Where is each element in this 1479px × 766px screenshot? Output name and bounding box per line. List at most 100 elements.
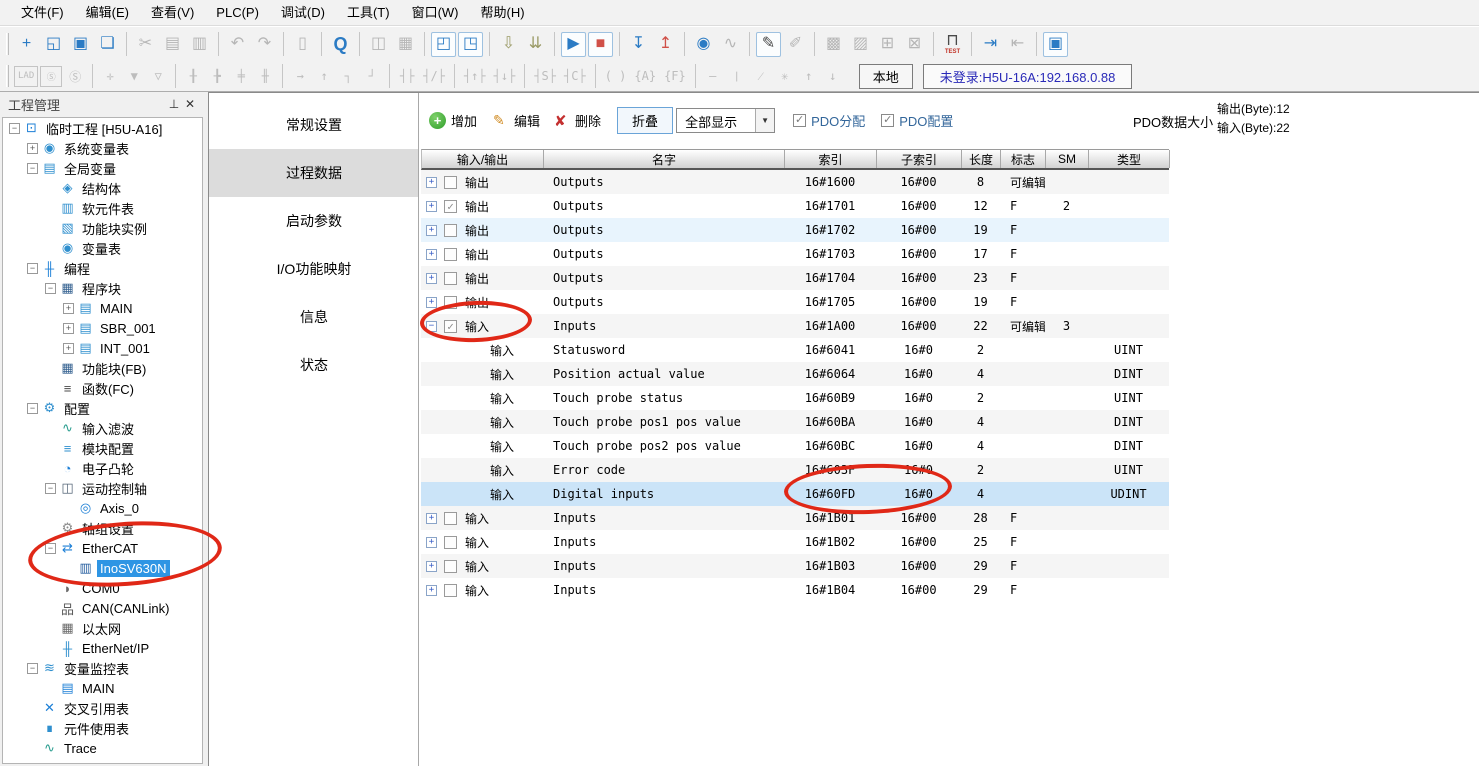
- copy-icon[interactable]: ▤: [160, 32, 185, 57]
- tree-item-element-usage-table[interactable]: ∎元件使用表: [3, 718, 202, 738]
- tab-process-data[interactable]: 过程数据: [209, 149, 419, 197]
- save-icon[interactable]: ▣: [68, 32, 93, 57]
- line-corner-up-icon[interactable]: ┘: [361, 65, 383, 88]
- menu-item-view[interactable]: 查看(V): [140, 0, 205, 26]
- branch-down-icon[interactable]: ╫: [254, 65, 276, 88]
- table-row[interactable]: +输入Inputs16#1B0316#0029F: [421, 554, 1169, 578]
- table-row[interactable]: 输入Touch probe pos2 pos value16#60BC16#04…: [421, 434, 1169, 458]
- tree-item-ethernet-ip[interactable]: ╫EtherNet/IP: [3, 638, 202, 658]
- download-icon[interactable]: ↧: [626, 32, 651, 57]
- login-status-box[interactable]: 未登录:H5U-16A:192.168.0.88: [923, 64, 1133, 89]
- vline-icon[interactable]: ❘: [726, 65, 748, 88]
- table-row[interactable]: +输入Inputs16#1B0416#0029F: [421, 578, 1169, 602]
- add-button[interactable]: + 增加: [429, 111, 477, 130]
- run-icon[interactable]: ▶: [561, 32, 586, 57]
- tree-item-var-watch-table[interactable]: −≋变量监控表: [3, 658, 202, 678]
- device-memory-icon[interactable]: ▣: [1043, 32, 1068, 57]
- contact-rising-icon[interactable]: ┤↑├: [461, 65, 489, 88]
- insert-row-icon[interactable]: ⊞: [875, 32, 900, 57]
- row-checkbox[interactable]: [444, 536, 457, 549]
- tree-item-pou-sbr-001[interactable]: +▤SBR_001: [3, 318, 202, 338]
- local-mode-button[interactable]: 本地: [859, 64, 913, 89]
- menu-item-edit[interactable]: 编辑(E): [75, 0, 140, 26]
- st-mode-icon[interactable]: Ⓢ: [64, 65, 86, 88]
- tree-expander[interactable]: +: [27, 143, 38, 154]
- row-checkbox[interactable]: [444, 584, 457, 597]
- insert-cell-icon[interactable]: ✛: [99, 65, 121, 88]
- row-expander[interactable]: +: [426, 273, 437, 284]
- tab-startup-params[interactable]: 启动参数: [209, 197, 419, 245]
- insert-parallel-icon[interactable]: ╊: [206, 65, 228, 88]
- tab-info[interactable]: 信息: [209, 293, 419, 341]
- tree-expander[interactable]: +: [63, 323, 74, 334]
- delete-row-icon2[interactable]: ▽: [147, 65, 169, 88]
- tree-item-input-filter[interactable]: ∿输入滤波: [3, 418, 202, 438]
- delete-icon[interactable]: ▯: [290, 32, 315, 57]
- tree-item-function-block-fb[interactable]: ▦功能块(FB): [3, 358, 202, 378]
- print-icon[interactable]: ▦: [393, 32, 418, 57]
- tree-item-e-cam[interactable]: ◔电子凸轮: [3, 458, 202, 478]
- tree-expander[interactable]: +: [63, 343, 74, 354]
- edit-doc-icon[interactable]: ✐: [783, 32, 808, 57]
- logout-icon[interactable]: ⇤: [1005, 32, 1030, 57]
- paste-icon[interactable]: ▥: [187, 32, 212, 57]
- login-icon[interactable]: ⇥: [978, 32, 1003, 57]
- row-expander[interactable]: +: [426, 561, 437, 572]
- move-down-icon[interactable]: ↓: [822, 65, 844, 88]
- branch-up-icon[interactable]: ╪: [230, 65, 252, 88]
- cascade-windows-icon[interactable]: ◰: [431, 32, 456, 57]
- tree-expander[interactable]: −: [27, 663, 38, 674]
- tree-item-pou-int-001[interactable]: +▤INT_001: [3, 338, 202, 358]
- lad-mode-icon[interactable]: LAD: [14, 66, 38, 87]
- row-expander[interactable]: +: [426, 585, 437, 596]
- delete-row-icon[interactable]: ⊠: [902, 32, 927, 57]
- oscilloscope-icon[interactable]: ∿: [718, 32, 743, 57]
- tree-item-soft-element-table[interactable]: ▥软元件表: [3, 198, 202, 218]
- coil-set-icon[interactable]: ┤S├: [531, 65, 559, 88]
- row-expander[interactable]: +: [426, 177, 437, 188]
- undo-icon[interactable]: ↶: [225, 32, 250, 57]
- search-icon[interactable]: Q: [328, 32, 353, 57]
- toolbar-grip[interactable]: [6, 33, 9, 55]
- contact-falling-icon[interactable]: ┤↓├: [491, 65, 519, 88]
- table-row[interactable]: 输入Statusword16#604116#02UINT: [421, 338, 1169, 362]
- coil-out-icon[interactable]: ( ): [602, 65, 630, 88]
- tab-status[interactable]: 状态: [209, 341, 419, 389]
- stop-icon[interactable]: ■: [588, 32, 613, 57]
- tree-expander[interactable]: −: [45, 283, 56, 294]
- table-row[interactable]: 输入Touch probe status16#60B916#02UINT: [421, 386, 1169, 410]
- edit-button[interactable]: ✎ 编辑: [493, 111, 540, 130]
- save-all-icon[interactable]: ❏: [95, 32, 120, 57]
- tree-item-fb-instance[interactable]: ▧功能块实例: [3, 218, 202, 238]
- tree-item-motion-control-axis[interactable]: −◫运动控制轴: [3, 478, 202, 498]
- tree-expander[interactable]: −: [27, 163, 38, 174]
- upload-icon[interactable]: ↥: [653, 32, 678, 57]
- row-expander[interactable]: +: [426, 201, 437, 212]
- tree-expander[interactable]: +: [63, 303, 74, 314]
- table-row[interactable]: +输出Outputs16#170316#0017F: [421, 242, 1169, 266]
- row-checkbox[interactable]: [444, 272, 457, 285]
- tree-item-programming[interactable]: −╫编程: [3, 258, 202, 278]
- table-row[interactable]: +输入Inputs16#1B0216#0025F: [421, 530, 1169, 554]
- tree-item-ethernet[interactable]: ▦以太网: [3, 618, 202, 638]
- tree-item-config[interactable]: −⚙配置: [3, 398, 202, 418]
- row-checkbox[interactable]: [444, 248, 457, 261]
- row-expander[interactable]: +: [426, 513, 437, 524]
- tree-expander[interactable]: −: [27, 263, 38, 274]
- export-window-icon[interactable]: ◳: [458, 32, 483, 57]
- monitor-icon[interactable]: ◉: [691, 32, 716, 57]
- tree-item-axis-0[interactable]: ◎Axis_0: [3, 498, 202, 518]
- row-expander[interactable]: +: [426, 225, 437, 236]
- tree-item-program-block[interactable]: −▦程序块: [3, 278, 202, 298]
- line-right-icon[interactable]: →: [289, 65, 311, 88]
- tab-io-function-map[interactable]: I/O功能映射: [209, 245, 419, 293]
- hline-icon[interactable]: —: [702, 65, 724, 88]
- cut-icon[interactable]: ✂: [133, 32, 158, 57]
- close-icon[interactable]: ✕: [182, 97, 198, 111]
- tree-item-function-fc[interactable]: ≡函数(FC): [3, 378, 202, 398]
- sim-download-icon[interactable]: ▩: [821, 32, 846, 57]
- tree-item-struct[interactable]: ◈结构体: [3, 178, 202, 198]
- menu-item-tools[interactable]: 工具(T): [336, 0, 401, 26]
- pdo-assign-checkbox[interactable]: ✓ PDO分配: [793, 111, 865, 130]
- open-project-icon[interactable]: ◱: [41, 32, 66, 57]
